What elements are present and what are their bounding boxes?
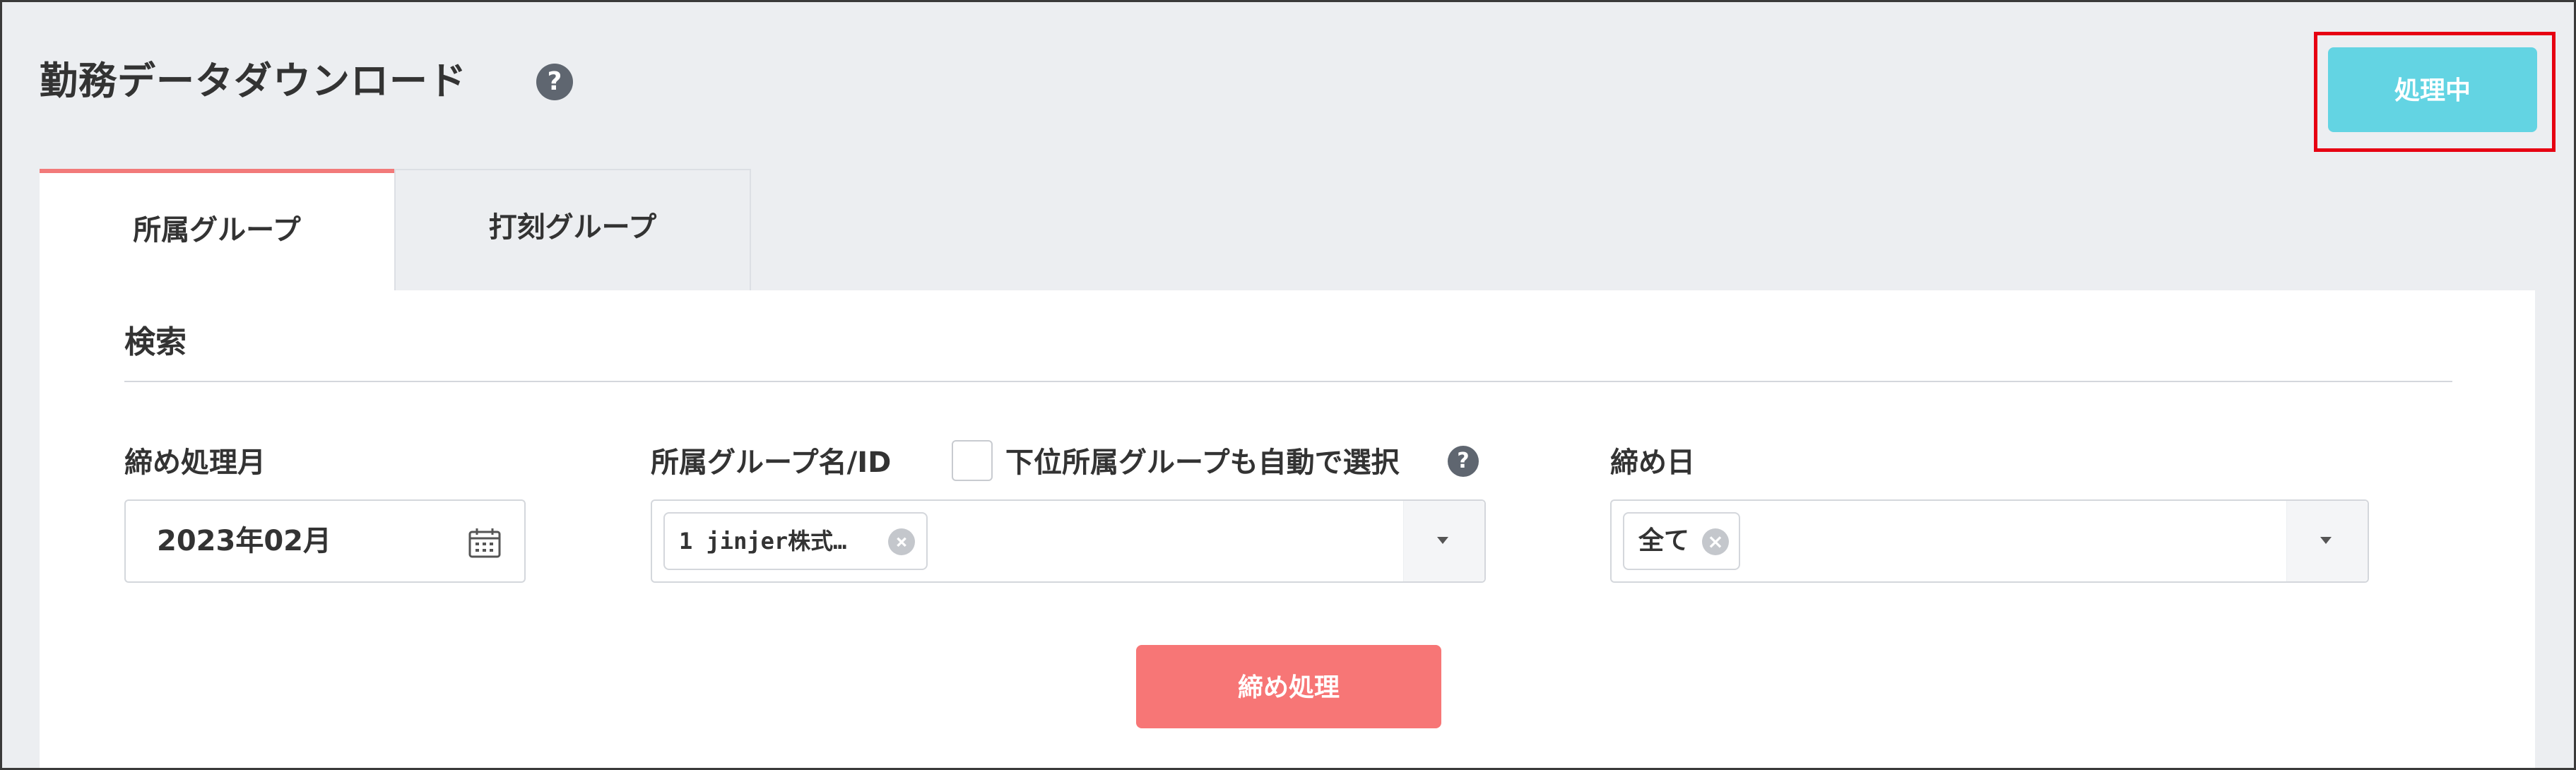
section-title: 検索 xyxy=(124,324,187,360)
closing-day-dropdown-button[interactable] xyxy=(2286,501,2368,581)
chevron-down-icon xyxy=(2320,537,2332,544)
closing-month-value: 2023年02月 xyxy=(157,525,331,557)
closing-month-input[interactable]: 2023年02月 xyxy=(124,499,526,583)
processing-button[interactable]: 処理中 xyxy=(2328,47,2537,132)
remove-tag-icon[interactable]: × xyxy=(888,528,915,555)
close-process-button[interactable]: 締め処理 xyxy=(1136,645,1441,728)
group-label: 所属グループ名/ID xyxy=(651,446,892,479)
calendar-icon[interactable] xyxy=(468,528,502,559)
page-title-text: 勤務データダウンロード xyxy=(40,59,467,103)
selected-group-tag: 1 jinjer株式… × xyxy=(663,512,928,570)
section-divider xyxy=(124,381,2452,382)
auto-select-checkbox[interactable] xyxy=(952,440,993,481)
help-icon[interactable]: ? xyxy=(1448,446,1479,477)
tab-affiliation-group[interactable]: 所属グループ xyxy=(40,169,394,290)
group-select[interactable]: 1 jinjer株式… × xyxy=(651,499,1486,583)
page-title: 勤務データダウンロード xyxy=(40,53,467,109)
selected-closing-day-text: 全て xyxy=(1638,526,1690,555)
closing-day-select[interactable]: 全て × xyxy=(1610,499,2369,583)
closing-month-label: 締め処理月 xyxy=(124,446,266,479)
remove-tag-icon[interactable]: × xyxy=(1702,528,1729,555)
selected-group-text: 1 jinjer株式… xyxy=(679,528,847,555)
selected-closing-day-tag: 全て × xyxy=(1623,512,1740,570)
tab-stamp-group[interactable]: 打刻グループ xyxy=(394,169,751,290)
group-dropdown-button[interactable] xyxy=(1403,501,1484,581)
auto-select-label[interactable]: 下位所属グループも自動で選択 xyxy=(1005,440,1400,485)
chevron-down-icon xyxy=(1437,537,1448,544)
help-icon[interactable]: ? xyxy=(536,64,573,100)
closing-day-label: 締め日 xyxy=(1610,446,1695,479)
app-window: 勤務データダウンロード ? 処理中 所属グループ 打刻グループ 検索 締め処理月… xyxy=(0,0,2576,770)
